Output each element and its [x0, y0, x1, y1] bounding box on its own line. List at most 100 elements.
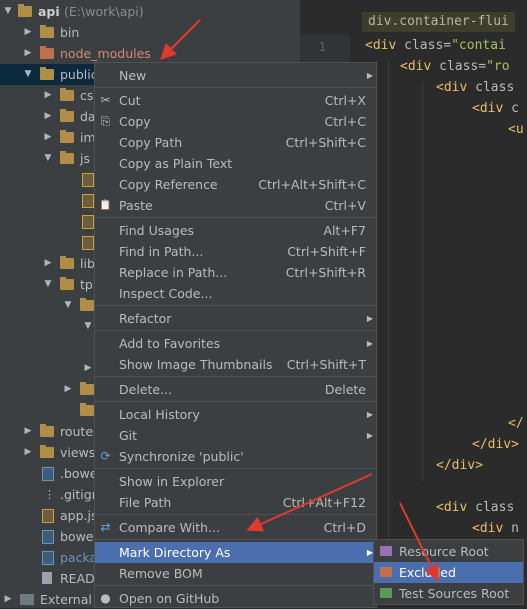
sync-icon: ⟳	[100, 449, 111, 463]
indent-guide	[422, 82, 423, 482]
expand-arrow-icon[interactable]: ▶	[22, 442, 34, 463]
tree-item-bin[interactable]: ▶ bin	[0, 22, 300, 43]
menu-item-mark-directory-as[interactable]: Mark Directory As ▶	[95, 542, 376, 563]
context-menu: New ▶ ✂ Cut Ctrl+X ⎘ Copy Ctrl+C Copy Path Ctr…	[94, 62, 377, 608]
menu-item-show-image-thumbnails[interactable]: Show Image Thumbnails Ctrl+Shift+T	[95, 354, 376, 375]
gitignore-file-icon: ⋮	[44, 488, 55, 501]
menu-item-show-in-explorer[interactable]: Show in Explorer	[95, 471, 376, 492]
collapse-arrow-icon[interactable]: ▼	[42, 148, 54, 169]
expand-arrow-icon[interactable]: ▶	[22, 421, 34, 442]
expand-arrow-icon[interactable]: ▶	[42, 127, 54, 148]
menu-item-delete[interactable]: Delete... Delete	[95, 379, 376, 400]
folder-icon	[80, 298, 94, 311]
menu-item-local-history[interactable]: Local History ▶	[95, 404, 376, 425]
tree-item-label: node_modules	[60, 46, 151, 61]
menu-item-replace-in-path[interactable]: Replace in Path... Ctrl+Shift+R	[95, 262, 376, 283]
tree-item-label: views	[60, 445, 96, 460]
menu-item-inspect-code[interactable]: Inspect Code...	[95, 283, 376, 304]
excluded-folder-icon	[380, 567, 392, 577]
menu-item-find-usages[interactable]: Find Usages Alt+F7	[95, 220, 376, 241]
library-icon	[20, 594, 34, 605]
menu-item-copy-path[interactable]: Copy Path Ctrl+Shift+C	[95, 132, 376, 153]
menu-item-copy-plain-text[interactable]: Copy as Plain Text	[95, 153, 376, 174]
text-file-icon	[42, 572, 52, 584]
expand-arrow-icon[interactable]: ▶	[22, 22, 34, 43]
js-file-icon	[82, 236, 94, 250]
tree-item-label: bin	[60, 25, 80, 40]
folder-icon	[80, 382, 94, 395]
expand-arrow-icon[interactable]: ▶	[42, 85, 54, 106]
code-line: <div class="contai	[365, 38, 506, 53]
menu-item-add-to-favorites[interactable]: Add to Favorites ▶	[95, 333, 376, 354]
json-file-icon	[42, 467, 54, 481]
line-number: 1	[318, 39, 326, 54]
menu-item-git[interactable]: Git ▶	[95, 425, 376, 446]
js-file-icon	[42, 509, 54, 523]
folder-icon	[60, 109, 74, 122]
js-file-icon	[82, 215, 94, 229]
scissors-icon: ✂	[100, 93, 111, 107]
submenu-arrow-icon: ▶	[366, 71, 373, 80]
submenu-arrow-icon: ▶	[366, 431, 373, 440]
tree-item-label: bower	[60, 529, 99, 544]
json-file-icon	[42, 530, 54, 544]
menu-separator	[95, 539, 376, 540]
code-line: </div>	[436, 458, 483, 473]
expand-arrow-icon[interactable]: ▶	[2, 589, 14, 608]
menu-item-new[interactable]: New ▶	[95, 65, 376, 86]
expand-arrow-icon[interactable]: ▶	[82, 358, 94, 379]
tree-item-label: app.js	[60, 508, 98, 523]
mark-directory-submenu: Resource Root Excluded Test Sources Root	[373, 539, 524, 605]
collapse-arrow-icon[interactable]: ▼	[2, 1, 14, 22]
resource-root-icon	[380, 546, 392, 556]
code-line: </div>	[472, 437, 519, 452]
collapse-arrow-icon[interactable]: ▼	[22, 64, 34, 85]
tree-item-label: .bowe	[60, 466, 98, 481]
expand-arrow-icon[interactable]: ▶	[22, 43, 34, 64]
menu-item-refactor[interactable]: Refactor ▶	[95, 308, 376, 329]
tree-item-node-modules[interactable]: ▶ node_modules	[0, 43, 300, 64]
menu-item-file-path[interactable]: File Path Ctrl+Alt+F12	[95, 492, 376, 513]
menu-separator	[95, 585, 376, 586]
expand-arrow-icon[interactable]: ▶	[42, 106, 54, 127]
folder-icon	[40, 445, 54, 458]
tree-item-label: public	[60, 67, 98, 82]
submenu-item-test-sources-root[interactable]: Test Sources Root	[374, 583, 523, 604]
code-line: </	[508, 416, 524, 431]
js-file-icon	[82, 194, 94, 208]
expand-arrow-icon[interactable]: ▶	[42, 253, 54, 274]
code-line: <div class	[436, 500, 515, 515]
compare-icon: ⇄	[100, 520, 111, 534]
folder-icon	[18, 4, 32, 17]
github-icon: ●	[100, 591, 111, 605]
menu-item-remove-bom[interactable]: Remove BOM	[95, 563, 376, 584]
collapse-arrow-icon[interactable]: ▼	[42, 274, 54, 295]
menu-item-paste[interactable]: 📋 Paste Ctrl+V	[95, 195, 376, 216]
tree-item-api[interactable]: ▼ api (E:\work\api)	[0, 1, 300, 22]
collapse-arrow-icon[interactable]: ▼	[62, 295, 74, 316]
submenu-item-excluded[interactable]: Excluded	[374, 562, 523, 583]
folder-icon	[60, 88, 74, 101]
breadcrumb[interactable]: div.container-flui	[362, 12, 515, 32]
expand-arrow-icon[interactable]: ▶	[62, 379, 74, 400]
collapse-arrow-icon[interactable]: ▼	[82, 316, 94, 337]
folder-icon	[40, 67, 54, 80]
menu-separator	[95, 217, 376, 218]
submenu-item-resource-root[interactable]: Resource Root	[374, 541, 523, 562]
menu-item-open-on-github[interactable]: ● Open on GitHub	[95, 588, 376, 609]
menu-item-cut[interactable]: ✂ Cut Ctrl+X	[95, 90, 376, 111]
menu-item-find-in-path[interactable]: Find in Path... Ctrl+Shift+F	[95, 241, 376, 262]
indent-guide	[388, 60, 389, 600]
menu-item-copy-reference[interactable]: Copy Reference Ctrl+Alt+Shift+C	[95, 174, 376, 195]
menu-item-compare-with[interactable]: ⇄ Compare With... Ctrl+D	[95, 517, 376, 538]
menu-item-synchronize[interactable]: ⟳ Synchronize 'public'	[95, 446, 376, 467]
menu-separator	[95, 401, 376, 402]
code-line: <div c	[472, 101, 519, 116]
excluded-folder-icon	[40, 46, 54, 59]
paste-icon: 📋	[99, 200, 112, 211]
tree-item-label: api (E:\work\api)	[38, 4, 144, 19]
menu-separator	[95, 330, 376, 331]
menu-item-copy[interactable]: ⎘ Copy Ctrl+C	[95, 111, 376, 132]
json-file-icon	[42, 551, 54, 565]
folder-icon	[60, 277, 74, 290]
